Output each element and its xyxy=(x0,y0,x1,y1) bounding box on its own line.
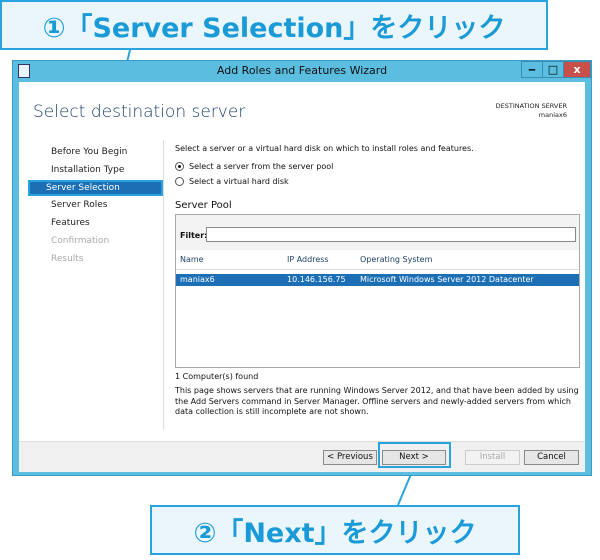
radio-label: Select a server from the server pool xyxy=(189,162,334,171)
sidebar-item-server-roles[interactable]: Server Roles xyxy=(51,200,107,210)
column-header-ip[interactable]: IP Address xyxy=(287,255,329,264)
sidebar-item-results: Results xyxy=(51,254,84,264)
minimize-button[interactable]: ‒ xyxy=(521,61,543,78)
destination-server: DESTINATION SERVER maniax6 xyxy=(496,102,567,120)
cancel-button[interactable]: Cancel xyxy=(524,450,579,465)
sidebar-item-label: Server Selection xyxy=(46,183,120,193)
destination-label: DESTINATION SERVER xyxy=(495,102,567,110)
cell-ip: 10.146.156.75 xyxy=(287,275,346,284)
destination-value: maniax6 xyxy=(538,111,567,119)
sidebar-item-confirmation: Confirmation xyxy=(51,236,110,246)
table-row[interactable]: maniax6 10.146.156.75 Microsoft Windows … xyxy=(176,274,579,286)
cell-os: Microsoft Windows Server 2012 Datacenter xyxy=(360,275,534,284)
sidebar-divider xyxy=(163,140,164,430)
computer-count: 1 Computer(s) found xyxy=(175,372,259,381)
wizard-window: Add Roles and Features Wizard ‒ □ x Sele… xyxy=(12,60,592,476)
page-title: Select destination server xyxy=(33,102,246,122)
app-icon xyxy=(18,64,30,78)
server-pool-table: Filter: Name IP Address Operating System… xyxy=(175,214,580,368)
column-header-name[interactable]: Name xyxy=(180,255,204,264)
callout-step2: ②「Next」をクリック xyxy=(150,505,520,555)
next-button[interactable]: Next > xyxy=(382,450,446,465)
previous-button[interactable]: < Previous xyxy=(323,450,377,465)
radio-virtual-hard-disk[interactable]: Select a virtual hard disk xyxy=(175,177,289,186)
column-header-os[interactable]: Operating System xyxy=(360,255,432,264)
table-header: Name IP Address Operating System xyxy=(176,251,579,270)
title-bar[interactable]: Add Roles and Features Wizard xyxy=(13,61,591,81)
intro-text: Select a server or a virtual hard disk o… xyxy=(175,144,474,153)
maximize-button[interactable]: □ xyxy=(542,61,564,78)
server-pool-note: This page shows servers that are running… xyxy=(175,386,579,416)
radio-server-pool[interactable]: Select a server from the server pool xyxy=(175,162,333,171)
close-button[interactable]: x xyxy=(563,61,591,78)
radio-checked-icon xyxy=(175,162,184,171)
filter-label: Filter: xyxy=(180,231,208,240)
radio-unchecked-icon xyxy=(175,177,184,186)
sidebar-item-server-selection[interactable]: Server Selection xyxy=(28,180,163,196)
server-pool-title: Server Pool xyxy=(175,200,232,211)
filter-input[interactable] xyxy=(206,227,576,242)
cell-name: maniax6 xyxy=(180,275,215,284)
wizard-client: Select destination server DESTINATION SE… xyxy=(19,82,585,472)
sidebar-item-features[interactable]: Features xyxy=(51,218,90,228)
sidebar-item-installation-type[interactable]: Installation Type xyxy=(51,165,124,175)
radio-label: Select a virtual hard disk xyxy=(189,177,289,186)
install-button: Install xyxy=(465,450,520,465)
sidebar-item-before-you-begin[interactable]: Before You Begin xyxy=(51,147,127,157)
window-title: Add Roles and Features Wizard xyxy=(216,64,388,77)
